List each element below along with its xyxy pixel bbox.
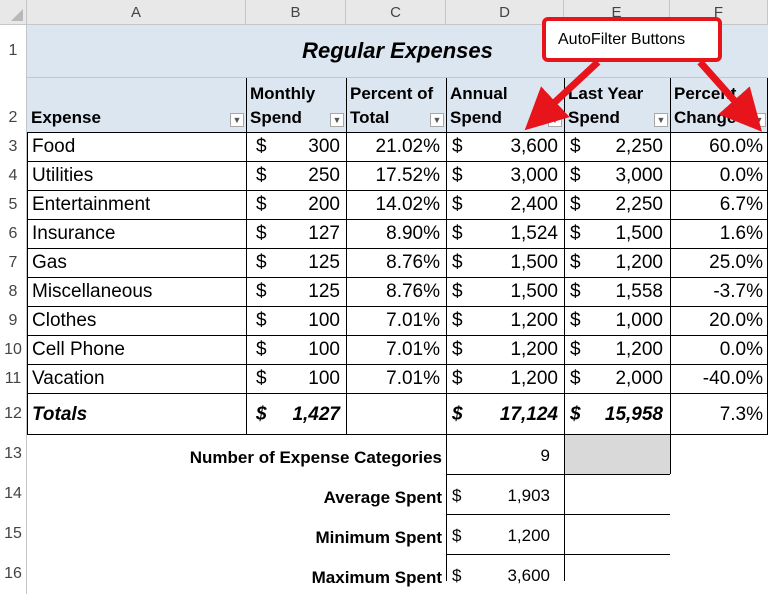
arrow-to-change-filter [697, 59, 762, 132]
arrow-to-annual-filter [524, 59, 601, 131]
spreadsheet: A B C D E F 1 2 3 4 5 6 7 8 9 10 11 12 1… [0, 0, 768, 594]
callout-arrows [524, 59, 762, 132]
